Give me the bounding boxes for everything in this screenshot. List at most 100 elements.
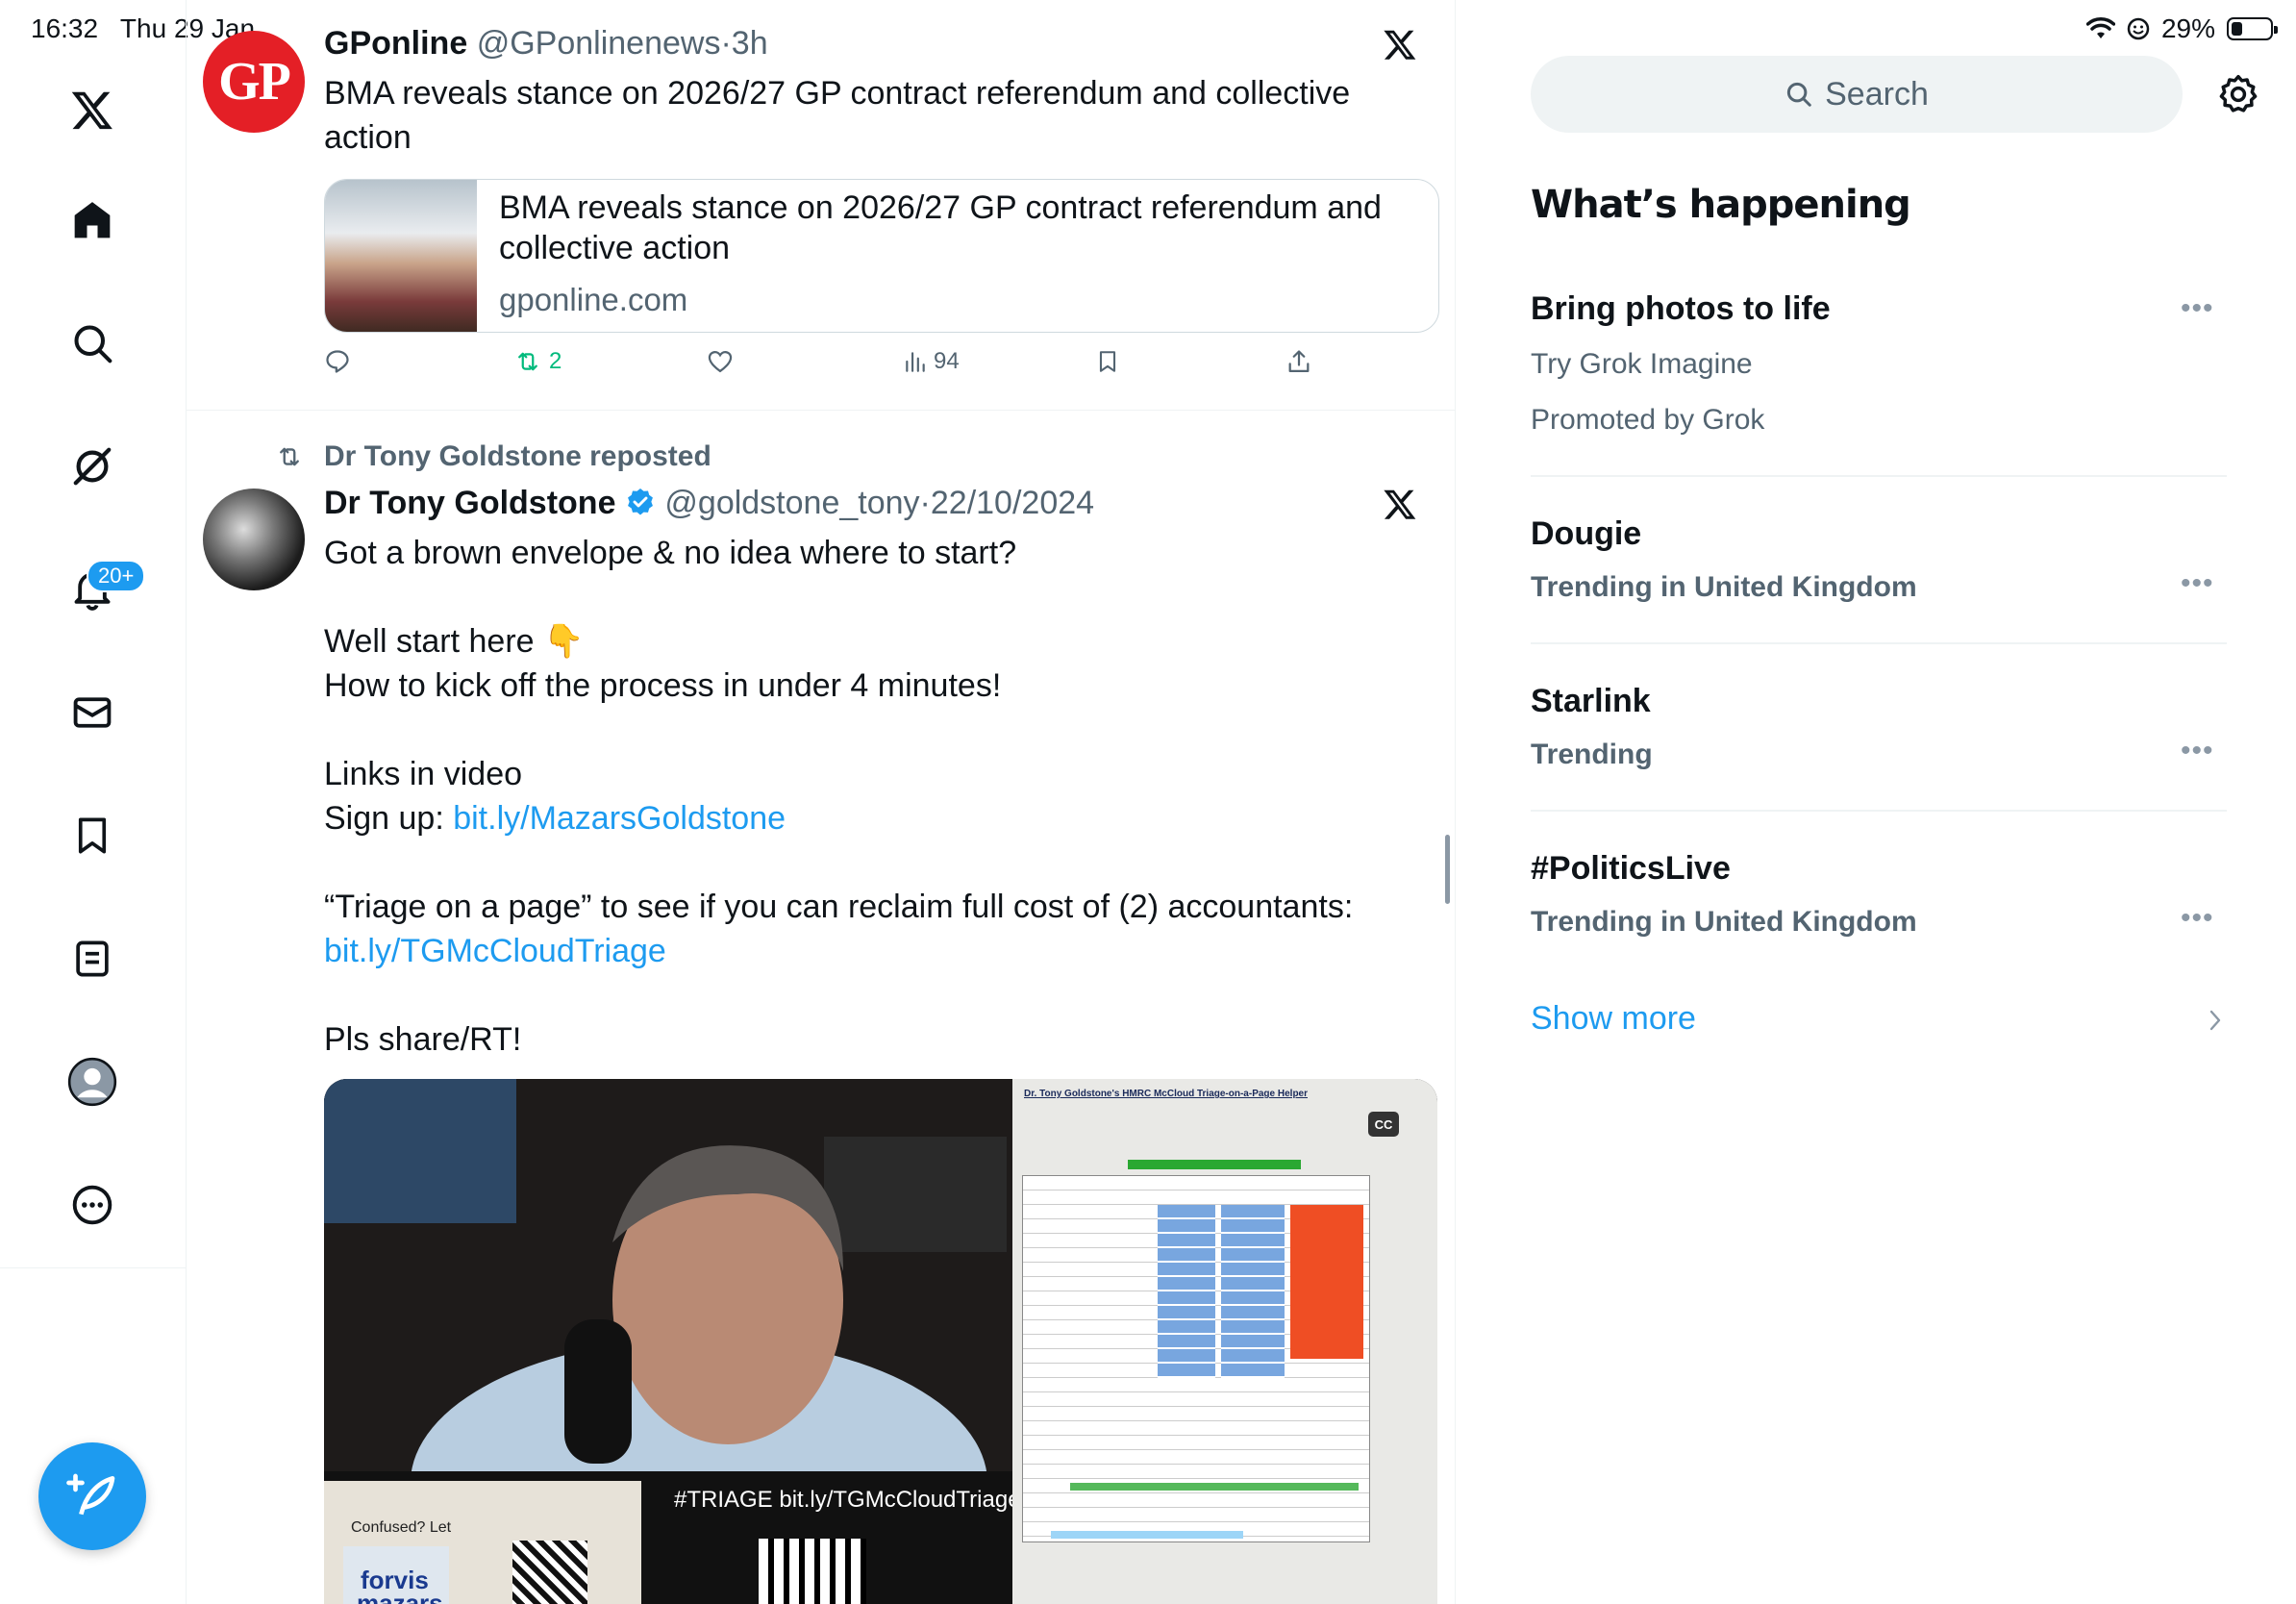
gear-icon: [2219, 74, 2258, 113]
trend-title[interactable]: Bring photos to life: [1531, 290, 1831, 328]
triage-link[interactable]: bit.ly/TGMcCloudTriage: [324, 929, 1410, 973]
signup-prefix: Sign up:: [324, 800, 454, 837]
qr-code-icon: [512, 1541, 587, 1604]
trend-title[interactable]: Dougie: [1531, 515, 1641, 553]
more-circle-icon: [72, 1185, 112, 1225]
nav-profile[interactable]: [46, 1036, 138, 1128]
retweet-button[interactable]: 2: [512, 348, 562, 375]
profile-avatar-icon: [67, 1057, 117, 1107]
tweet-line: “Triage on a page” to see if you can rec…: [324, 889, 1354, 925]
trend-promoted-label: Promoted by Grok: [1531, 404, 1765, 436]
nav-explore[interactable]: [46, 297, 138, 389]
left-navigation: 20+: [0, 0, 187, 1604]
trend-more-options-icon[interactable]: •••: [2181, 567, 2214, 600]
card-thumbnail-image: [325, 180, 477, 332]
separator-dot: ·: [720, 25, 732, 62]
nav-lists[interactable]: [46, 913, 138, 1005]
author-name[interactable]: GPonline: [324, 25, 467, 62]
bookmark-icon: [1099, 351, 1116, 372]
tweet-body: Got a brown envelope & no idea where to …: [324, 531, 1410, 1062]
show-more-link[interactable]: Show more: [1531, 1000, 1696, 1038]
author-handle[interactable]: @goldstone_tony: [664, 485, 919, 521]
trend-title[interactable]: #PoliticsLive: [1531, 850, 1731, 888]
tweet-text: BMA reveals stance on 2026/27 GP contrac…: [324, 75, 1351, 156]
gponline-avatar[interactable]: GP: [203, 31, 305, 133]
trend-context: Trending in United Kingdom: [1531, 571, 1917, 603]
signup-link[interactable]: bit.ly/MazarsGoldstone: [453, 800, 786, 837]
tweet-time[interactable]: 3h: [732, 25, 768, 62]
card-domain: gponline.com: [499, 282, 688, 317]
search-icon: [74, 325, 112, 363]
video-player[interactable]: Confused? Let forvis mazars #TRIAGE bit.…: [324, 1079, 1437, 1604]
repost-label[interactable]: Dr Tony Goldstone reposted: [324, 440, 711, 473]
nav-divider: [0, 1267, 186, 1268]
link-preview-card[interactable]: BMA reveals stance on 2026/27 GP contrac…: [324, 179, 1439, 333]
wifi-icon: [2085, 17, 2115, 40]
mazars-brand: mazars: [357, 1589, 443, 1604]
tweet-actions: 2 94: [324, 348, 1382, 390]
trend-title[interactable]: Starlink: [1531, 683, 1651, 720]
views-button[interactable]: 94: [903, 348, 960, 375]
share-button[interactable]: [1285, 348, 1312, 375]
trend-more-options-icon[interactable]: •••: [2181, 735, 2214, 767]
flyer-panel: Confused? Let forvis mazars: [324, 1481, 641, 1604]
feed-scrollbar[interactable]: [1445, 835, 1450, 904]
bookmark-icon: [78, 817, 107, 854]
nav-messages[interactable]: [46, 666, 138, 759]
views-chart-icon: [906, 352, 925, 372]
qr-code-icon: [759, 1539, 866, 1604]
tweet-line: How to kick off the process in under 4 m…: [324, 667, 1002, 704]
home-icon: [74, 202, 111, 238]
nav-more[interactable]: [46, 1159, 138, 1251]
x-source-icon: [1382, 27, 1418, 62]
retweet-count: 2: [549, 348, 562, 374]
tweet-line: Links in video: [324, 756, 523, 792]
nav-bookmarks[interactable]: [46, 789, 138, 882]
tweet-goldstone[interactable]: Dr Tony Goldstone reposted Dr Tony Golds…: [186, 412, 1455, 1604]
trend-subtitle[interactable]: Try Grok Imagine: [1531, 348, 1753, 381]
video-document-frame: Dr. Tony Goldstone's HMRC McCloud Triage…: [1012, 1079, 1437, 1604]
search-input[interactable]: Search: [1531, 56, 2183, 133]
whats-happening-heading: What’s happening: [1531, 183, 1911, 227]
tweet-line: Got a brown envelope & no idea where to …: [324, 535, 1017, 571]
search-placeholder: Search: [1825, 75, 1929, 113]
search-icon: [1787, 82, 1811, 107]
tweet-gponline[interactable]: GP GPonline @GPonlinenews·3h BMA reveals…: [186, 0, 1455, 411]
views-count: 94: [934, 348, 960, 374]
heart-icon: [708, 350, 733, 373]
author-handle[interactable]: @GPonlinenews: [477, 25, 721, 62]
repost-indicator: Dr Tony Goldstone reposted: [274, 440, 711, 473]
video-presenter-frame: [324, 1079, 1012, 1471]
tweet-line: Pls share/RT!: [324, 1021, 522, 1058]
reply-button[interactable]: [324, 348, 351, 375]
bookmark-button[interactable]: [1095, 348, 1120, 375]
compose-post-button[interactable]: [38, 1442, 146, 1550]
compose-feather-icon: [66, 1473, 115, 1516]
settings-button[interactable]: [2217, 73, 2259, 115]
nav-home[interactable]: [46, 174, 138, 266]
flyer-text: Confused? Let: [351, 1519, 452, 1536]
share-icon: [1288, 350, 1310, 373]
lists-icon: [76, 940, 109, 977]
trend-context: Trending: [1531, 739, 1653, 770]
separator-dot: ·: [919, 485, 931, 521]
closed-captions-button[interactable]: CC: [1368, 1112, 1399, 1137]
tweet-header: GPonline @GPonlinenews·3h: [324, 25, 768, 63]
like-button[interactable]: [707, 348, 734, 375]
trend-context: Trending in United Kingdom: [1531, 906, 1917, 938]
goldstone-avatar[interactable]: [203, 489, 305, 590]
x-logo-home-link[interactable]: [46, 63, 138, 156]
tweet-date[interactable]: 22/10/2024: [931, 485, 1094, 521]
author-name[interactable]: Dr Tony Goldstone: [324, 485, 615, 521]
video-overlay-text: #TRIAGE bit.ly/TGMcCloudTriage: [674, 1487, 1021, 1513]
trend-separator: [1531, 810, 2227, 812]
trend-more-options-icon[interactable]: •••: [2181, 292, 2214, 325]
trend-more-options-icon[interactable]: •••: [2181, 902, 2214, 935]
timeline-feed: GP GPonline @GPonlinenews·3h BMA reveals…: [186, 0, 1456, 1604]
notification-count-badge: 20+: [87, 560, 146, 592]
nav-grok[interactable]: [46, 420, 138, 513]
tweet-header: Dr Tony Goldstone @goldstone_tony·22/10/…: [324, 485, 1094, 522]
x-logo-icon: [71, 91, 112, 130]
battery-icon: [2227, 17, 2278, 40]
trend-separator: [1531, 475, 2227, 477]
